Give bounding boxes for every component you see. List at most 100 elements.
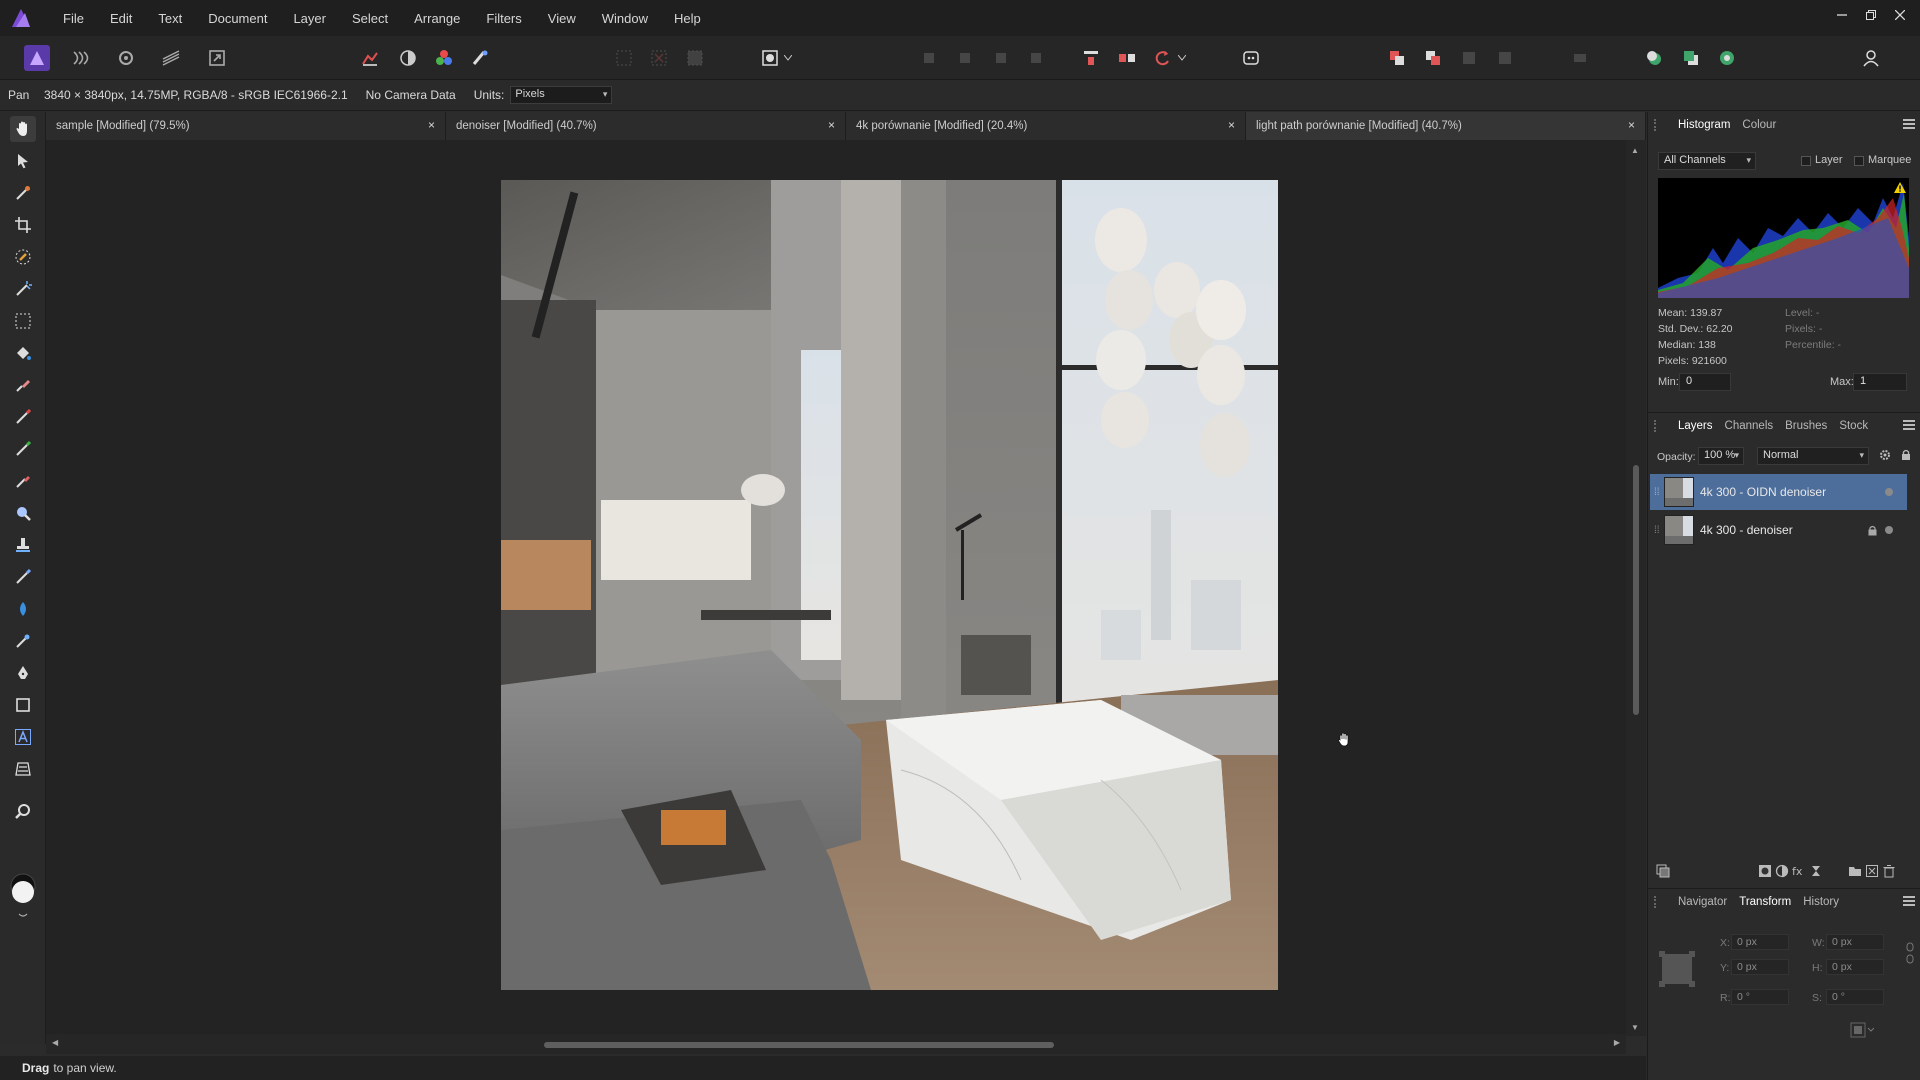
auto-contrast-icon[interactable] — [395, 45, 421, 71]
align-right-icon[interactable] — [988, 45, 1014, 71]
arrange-icon[interactable] — [1078, 45, 1104, 71]
close-tab-icon[interactable]: × — [1228, 118, 1235, 132]
menu-view[interactable]: View — [535, 11, 589, 26]
close-tab-icon[interactable]: × — [828, 118, 835, 132]
x-field[interactable]: 0 px — [1731, 934, 1789, 950]
menu-help[interactable]: Help — [661, 11, 714, 26]
close-tab-icon[interactable]: × — [428, 118, 435, 132]
mesh-warp-tool-icon[interactable] — [10, 628, 36, 654]
quick-mask-icon[interactable] — [757, 45, 783, 71]
auto-levels-icon[interactable] — [357, 45, 383, 71]
marquee-tool-icon[interactable] — [10, 308, 36, 334]
selection-brush-tool-icon[interactable] — [10, 244, 36, 270]
channel-dropdown[interactable]: All Channels ▾ — [1658, 152, 1756, 170]
menu-select[interactable]: Select — [339, 11, 401, 26]
document-image[interactable] — [501, 180, 1278, 990]
tab-navigator[interactable]: Navigator — [1672, 896, 1733, 908]
flip-icon[interactable] — [1114, 45, 1140, 71]
tab-histogram[interactable]: Histogram — [1672, 119, 1736, 131]
add-pixel-layer-icon[interactable] — [1865, 864, 1879, 881]
panel-grip-icon[interactable] — [1654, 895, 1664, 908]
live-filter-icon[interactable]: fx — [1792, 864, 1806, 881]
tab-denoiser[interactable]: denoiser [Modified] (40.7%) × — [446, 112, 846, 140]
menu-filters[interactable]: Filters — [473, 11, 534, 26]
delete-layer-icon[interactable] — [1882, 864, 1896, 881]
panel-grip-icon[interactable] — [1654, 119, 1664, 131]
deselect-icon[interactable] — [646, 45, 672, 71]
pen-tool-icon[interactable] — [10, 660, 36, 686]
max-field[interactable]: 1 — [1853, 373, 1907, 391]
artistic-text-tool-icon[interactable] — [10, 724, 36, 750]
auto-colours-icon[interactable] — [431, 45, 457, 71]
opacity-field[interactable]: 100 % ▾ — [1698, 447, 1744, 465]
rotate-icon[interactable] — [1150, 45, 1176, 71]
insert-top-icon[interactable] — [1678, 45, 1704, 71]
visibility-dot-icon[interactable] — [1885, 488, 1893, 496]
tab-sample[interactable]: sample [Modified] (79.5%) × — [46, 112, 446, 140]
blur-brush-tool-icon[interactable] — [10, 500, 36, 526]
tab-stock[interactable]: Stock — [1833, 420, 1874, 432]
rectangle-tool-icon[interactable] — [10, 692, 36, 718]
boolean-add-icon[interactable] — [1384, 45, 1410, 71]
tab-colour[interactable]: Colour — [1736, 119, 1782, 131]
drag-handle-icon[interactable]: ⁞⁞ — [1654, 487, 1660, 498]
healing-brush-tool-icon[interactable] — [10, 564, 36, 590]
menu-edit[interactable]: Edit — [97, 11, 145, 26]
panel-menu-icon[interactable] — [1903, 119, 1915, 129]
colour-swatches-icon[interactable] — [10, 864, 36, 920]
shear-field[interactable]: 0 ° — [1826, 989, 1884, 1005]
drag-handle-icon[interactable]: ⁞⁞ — [1654, 525, 1660, 536]
menu-arrange[interactable]: Arrange — [401, 11, 473, 26]
align-left-icon[interactable] — [916, 45, 942, 71]
transform-options-icon[interactable] — [1850, 1022, 1875, 1041]
units-dropdown[interactable]: Pixels ▾ — [510, 86, 613, 104]
boolean-xor-icon[interactable] — [1492, 45, 1518, 71]
blend-mode-dropdown[interactable]: Normal ▾ — [1757, 447, 1869, 465]
minimize-icon[interactable] — [1827, 0, 1856, 30]
layer-row[interactable]: ⁞⁞ 4k 300 - OIDN denoiser — [1650, 474, 1907, 510]
tab-brushes[interactable]: Brushes — [1779, 420, 1833, 432]
export-persona-icon[interactable] — [204, 45, 230, 71]
crop-tool-icon[interactable] — [10, 212, 36, 238]
layer-options-icon[interactable] — [1656, 864, 1670, 881]
rotation-field[interactable]: 0 ° — [1731, 989, 1789, 1005]
scroll-up-icon[interactable]: ▲ — [1631, 146, 1639, 155]
horizontal-scrollbar[interactable]: ◀ ▶ — [46, 1034, 1626, 1054]
close-tab-icon[interactable]: × — [1628, 118, 1635, 132]
menu-text[interactable]: Text — [145, 11, 195, 26]
move-tool-icon[interactable] — [10, 148, 36, 174]
clone-stamp-tool-icon[interactable] — [10, 532, 36, 558]
w-field[interactable]: 0 px — [1826, 934, 1884, 950]
zoom-tool-icon[interactable] — [10, 799, 36, 825]
layer-row[interactable]: ⁞⁞ 4k 300 - denoiser — [1650, 512, 1907, 548]
red-eye-tool-icon[interactable] — [10, 596, 36, 622]
select-all-icon[interactable] — [611, 45, 637, 71]
insert-behind-icon[interactable] — [1641, 45, 1667, 71]
adjustment-icon[interactable] — [1775, 864, 1789, 881]
invert-selection-icon[interactable] — [682, 45, 708, 71]
add-mask-icon[interactable] — [1758, 864, 1772, 881]
quick-mask-dropdown-icon[interactable] — [782, 45, 794, 71]
close-icon[interactable] — [1885, 0, 1914, 30]
anchor-point-icon[interactable] — [1658, 950, 1696, 991]
paint-brush-tool-icon[interactable] — [10, 404, 36, 430]
rotate-dropdown-icon[interactable] — [1176, 45, 1188, 71]
scroll-right-icon[interactable]: ▶ — [1614, 1038, 1620, 1047]
marquee-checkbox[interactable] — [1854, 156, 1864, 166]
assistant-icon[interactable] — [1238, 45, 1264, 71]
layer-checkbox[interactable] — [1801, 156, 1811, 166]
insert-inside-icon[interactable] — [1714, 45, 1740, 71]
menu-document[interactable]: Document — [195, 11, 280, 26]
vertical-scrollbar[interactable]: ▲ ▼ — [1626, 140, 1646, 1036]
tab-light-path-porownanie[interactable]: light path porównanie [Modified] (40.7%)… — [1246, 112, 1646, 140]
tab-transform[interactable]: Transform — [1733, 896, 1797, 908]
flood-select-tool-icon[interactable] — [10, 276, 36, 302]
menu-file[interactable]: File — [50, 11, 97, 26]
color-picker-tool-icon[interactable] — [10, 180, 36, 206]
account-icon[interactable] — [1858, 45, 1884, 71]
tab-4k-porownanie[interactable]: 4k porównanie [Modified] (20.4%) × — [846, 112, 1246, 140]
panel-menu-icon[interactable] — [1903, 896, 1915, 906]
auto-white-balance-icon[interactable] — [467, 45, 493, 71]
visibility-dot-icon[interactable] — [1885, 526, 1893, 534]
lock-icon[interactable] — [1901, 449, 1911, 464]
